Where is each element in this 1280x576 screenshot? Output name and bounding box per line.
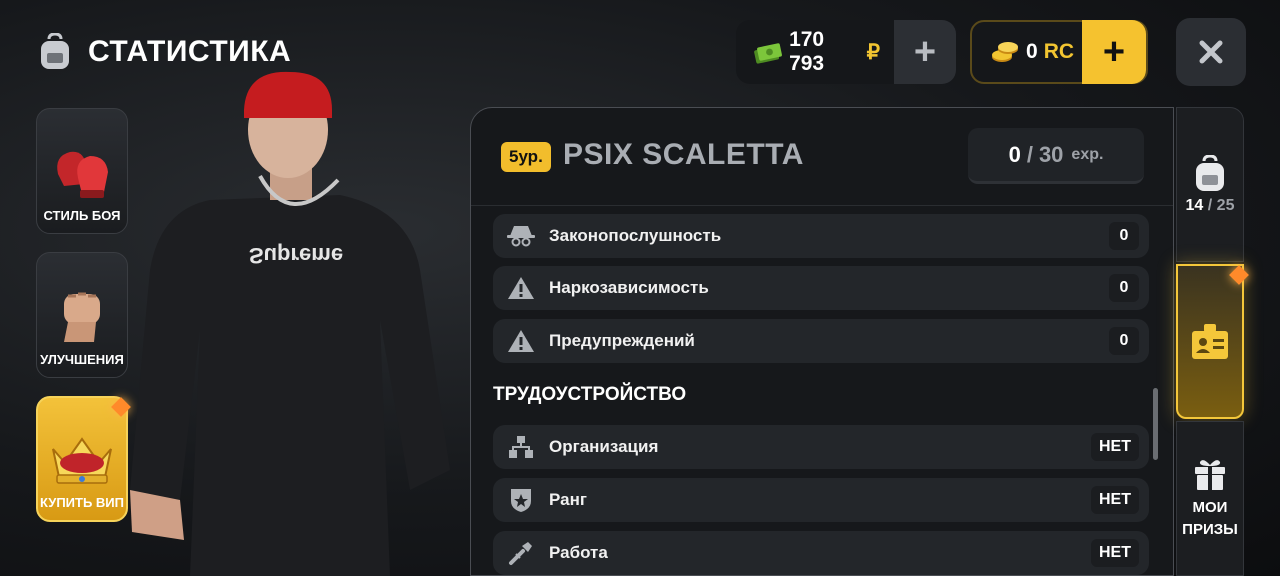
employment-section-title: ТРУДОУСТРОЙСТВО <box>493 384 687 405</box>
player-name: PSIX SCALETTA <box>563 138 804 171</box>
stat-label: Организация <box>549 437 659 456</box>
stat-label: Предупреждений <box>549 331 695 350</box>
ruble-symbol: ₽ <box>866 40 880 64</box>
exp-max: 30 <box>1038 141 1064 167</box>
wrench-icon <box>509 542 532 565</box>
add-money-button[interactable]: + <box>894 20 956 84</box>
close-button[interactable] <box>1176 18 1246 86</box>
warning-icon <box>508 277 534 299</box>
stat-value: НЕТ <box>1091 433 1139 461</box>
money-value: 170 793 <box>789 28 825 75</box>
crown-icon <box>52 437 112 484</box>
menu-buy-vip-label: КУПИТЬ ВИП <box>39 495 124 510</box>
close-icon <box>1199 40 1223 64</box>
spy-hat-icon <box>507 226 535 247</box>
warning-icon <box>508 330 534 352</box>
backpack-icon <box>41 33 69 69</box>
stat-row-warnings: Предупреждений 0 <box>493 319 1149 363</box>
page-title: СТАТИСТИКА <box>88 35 292 68</box>
stat-label: Ранг <box>549 490 587 509</box>
id-card-icon <box>1192 323 1228 359</box>
stat-value: 0 <box>1109 274 1139 302</box>
stat-row-job: Работа НЕТ <box>493 531 1149 575</box>
new-badge-diamond <box>1229 265 1249 285</box>
plus-icon: + <box>1102 30 1126 73</box>
stat-value: 0 <box>1109 222 1139 250</box>
my-prizes-line1: МОИ <box>1192 498 1228 516</box>
exp-unit: exp. <box>1071 145 1104 163</box>
my-prizes-label: МОИ ПРИЗЫ <box>1182 497 1238 541</box>
rank-badge-icon <box>511 489 531 512</box>
tab-statistics[interactable] <box>1176 264 1249 419</box>
panel-header: 5ур. PSIX SCALETTA 0 / 30 exp. <box>471 108 1173 206</box>
menu-upgrades[interactable]: УЛУЧШЕНИЯ <box>36 252 128 378</box>
gift-icon <box>1195 459 1225 490</box>
inventory-max: 25 <box>1216 196 1235 214</box>
stat-row-addiction: Наркозависимость 0 <box>493 266 1149 310</box>
stats-panel: 5ур. PSIX SCALETTA 0 / 30 exp. Законопос… <box>470 107 1174 576</box>
inventory-current: 14 <box>1185 196 1204 214</box>
money-display: 170 793 ₽ + <box>736 20 956 84</box>
stat-row-law-abiding: Законопослушность 0 <box>493 214 1149 258</box>
tab-inventory[interactable]: 14 / 25 <box>1176 107 1244 262</box>
add-rc-button[interactable]: + <box>1082 20 1146 84</box>
page-header: СТАТИСТИКА <box>38 30 291 74</box>
cash-icon <box>754 43 782 64</box>
org-chart-icon <box>509 436 533 458</box>
tab-my-prizes[interactable]: МОИ ПРИЗЫ <box>1176 421 1244 576</box>
level-badge: 5ур. <box>501 142 551 172</box>
rc-display: 0 RC + <box>970 20 1148 84</box>
exp-separator: / <box>1026 141 1033 167</box>
stat-label: Работа <box>549 543 608 562</box>
plus-icon: + <box>913 30 937 73</box>
experience-counter: 0 / 30 exp. <box>968 128 1144 184</box>
stat-value: НЕТ <box>1091 539 1139 567</box>
backpack-icon <box>1196 154 1224 191</box>
stat-label: Наркозависимость <box>549 278 709 297</box>
menu-upgrades-label: УЛУЧШЕНИЯ <box>40 352 124 367</box>
menu-fight-style-label: СТИЛЬ БОЯ <box>43 208 121 223</box>
inventory-separator: / <box>1207 196 1213 214</box>
stat-row-organization: Организация НЕТ <box>493 425 1149 469</box>
menu-fight-style[interactable]: СТИЛЬ БОЯ <box>36 108 128 234</box>
menu-buy-vip[interactable]: КУПИТЬ ВИП <box>36 396 131 522</box>
stat-value: 0 <box>1109 327 1139 355</box>
inventory-count: 14 / 25 <box>1186 197 1235 215</box>
fist-icon <box>64 292 100 342</box>
scrollbar[interactable] <box>1153 388 1158 460</box>
rc-value: 0 <box>1026 40 1038 63</box>
exp-current: 0 <box>1008 141 1021 167</box>
boxing-gloves-icon <box>57 151 108 198</box>
my-prizes-line2: ПРИЗЫ <box>1182 520 1238 538</box>
coins-icon <box>992 42 1018 62</box>
stat-row-rank: Ранг НЕТ <box>493 478 1149 522</box>
player-character: Supreme <box>130 71 450 576</box>
stat-value: НЕТ <box>1091 486 1139 514</box>
rc-label: RC <box>1043 40 1075 63</box>
shirt-logo-text: Supreme <box>249 243 343 268</box>
stat-label: Законопослушность <box>549 226 722 245</box>
